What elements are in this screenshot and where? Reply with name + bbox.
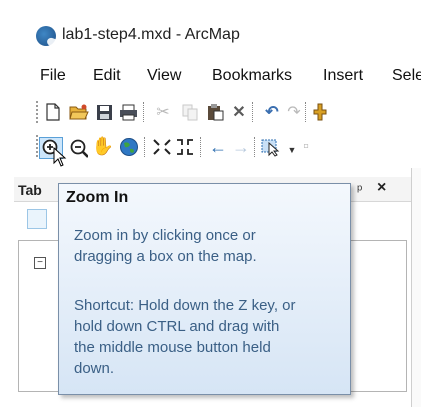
tooltip-line: Zoom in by clicking once or: [74, 227, 256, 244]
menu-file[interactable]: File: [40, 67, 66, 85]
pan-hand-icon[interactable]: ✋: [92, 136, 114, 156]
select-features-icon[interactable]: [260, 137, 280, 157]
zoom-out-icon[interactable]: [68, 138, 88, 158]
menu-view[interactable]: View: [147, 67, 181, 85]
undo-icon[interactable]: ↶: [262, 102, 282, 122]
menu-bookmarks[interactable]: Bookmarks: [212, 67, 292, 85]
map-view-edge[interactable]: [411, 168, 421, 407]
toolbar-separator: [200, 137, 202, 157]
full-extent-globe-icon[interactable]: [119, 137, 139, 157]
menu-insert[interactable]: Insert: [323, 67, 363, 85]
toolbar-separator: [144, 137, 146, 157]
new-document-icon[interactable]: [43, 102, 63, 122]
tooltip-line: hold down CTRL and drag with: [74, 318, 280, 335]
toolbar-separator: [143, 102, 145, 122]
fixed-zoom-out-icon[interactable]: [175, 137, 195, 157]
collapse-node-icon[interactable]: −: [34, 257, 46, 269]
mouse-cursor-icon: [53, 147, 67, 167]
paste-icon[interactable]: [205, 102, 225, 122]
pin-icon[interactable]: ᵖ: [357, 181, 362, 197]
arcmap-app-icon: [36, 26, 56, 46]
tooltip-title: Zoom In: [66, 189, 129, 206]
toolbar-separator: [252, 102, 254, 122]
fixed-zoom-in-icon[interactable]: [152, 137, 172, 157]
tooltip-line: down.: [74, 360, 115, 377]
clear-selection-icon[interactable]: ▫: [296, 137, 316, 157]
delete-icon[interactable]: ✕: [229, 102, 249, 122]
tooltip-line: dragging a box on the map.: [74, 248, 257, 265]
back-arrow-icon[interactable]: ←: [208, 137, 228, 157]
print-icon[interactable]: [118, 102, 138, 122]
cut-icon[interactable]: ✂: [153, 102, 173, 122]
toc-title: Tab: [18, 182, 42, 198]
menu-selection[interactable]: Sele: [392, 67, 421, 85]
copy-icon[interactable]: [180, 102, 200, 122]
redo-icon[interactable]: ↷: [284, 102, 304, 122]
open-folder-icon[interactable]: [69, 102, 89, 122]
menu-bar: File Edit View Bookmarks Insert Sele: [0, 62, 421, 90]
list-by-drawing-order-icon[interactable]: [27, 209, 47, 229]
window-title: lab1-step4.mxd - ArcMap: [62, 26, 240, 43]
add-data-icon[interactable]: [310, 102, 330, 122]
tooltip-line: Shortcut: Hold down the Z key, or: [74, 297, 296, 314]
tooltip-line: the middle mouse button held: [74, 339, 271, 356]
toolbar-separator: [305, 102, 307, 122]
standard-toolbar: ✂ ✕ ↶ ↷: [0, 97, 421, 127]
toolbar-grip[interactable]: [36, 101, 40, 123]
close-icon[interactable]: ×: [377, 179, 386, 197]
menu-edit[interactable]: Edit: [93, 67, 121, 85]
save-icon[interactable]: [94, 102, 114, 122]
toolbar-separator: [254, 137, 256, 157]
forward-arrow-icon[interactable]: →: [231, 137, 251, 157]
